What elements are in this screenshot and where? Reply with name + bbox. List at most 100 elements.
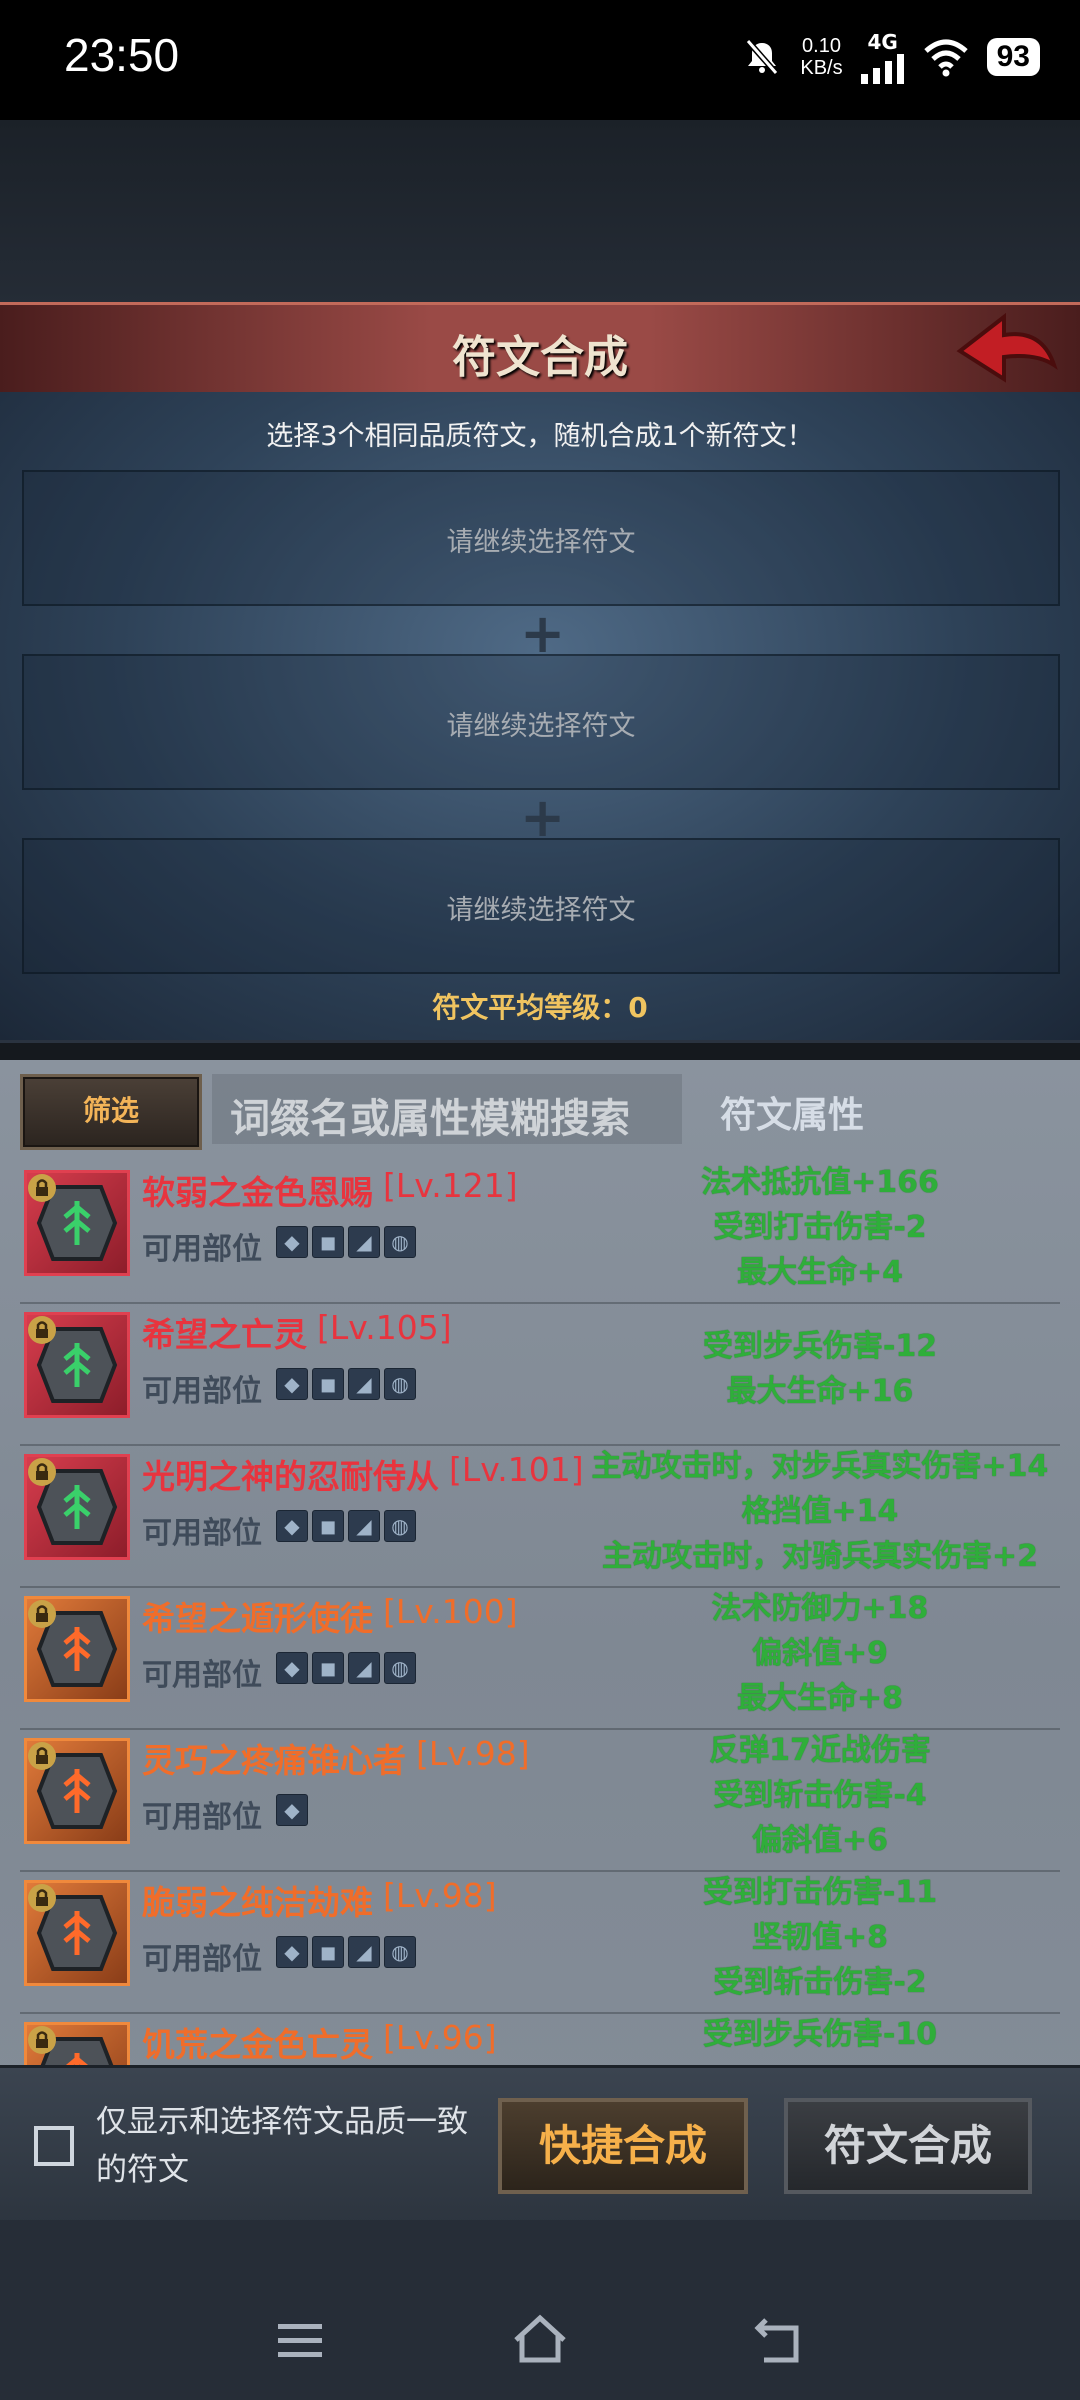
lock-icon: [28, 1316, 56, 1344]
rune-list[interactable]: 软弱之金色恩赐 [Lv.121] 可用部位 ◆ ◼ ◢ ◍ 法术抵抗值+166 受到打击伤害-2…: [20, 1160, 1060, 2120]
slot-placeholder: 请继续选择符文: [446, 527, 636, 558]
rune-slot-1[interactable]: 请继续选择符文: [22, 470, 1060, 606]
rune-icon: [24, 1596, 130, 1702]
rune-name: 希望之遁形使徒: [142, 1599, 373, 1638]
attribute-line: 最大生命+16: [726, 1374, 914, 1409]
equipment-slot-icon: ◆: [276, 1510, 308, 1542]
attribute-line: 法术防御力+18: [711, 1591, 929, 1626]
attribute-line: 主动攻击时，对步兵真实伤害+14: [591, 1449, 1049, 1484]
rune-name: 饥荒之金色亡灵: [142, 2025, 373, 2064]
rune-row[interactable]: 希望之遁形使徒 [Lv.100] 可用部位 ◆ ◼ ◢ ◍ 法术防御力+18 偏斜值+9 最大生命…: [20, 1586, 1060, 1730]
slot-placeholder: 请继续选择符文: [446, 895, 636, 926]
rune-row[interactable]: 脆弱之纯洁劫难 [Lv.98] 可用部位 ◆ ◼ ◢ ◍ 受到打击伤害-11 坚韧值+8 受到斩击…: [20, 1870, 1060, 2014]
top-band: [0, 120, 1080, 305]
lock-icon: [28, 1884, 56, 1912]
rune-level: [Lv.100]: [383, 1592, 518, 1631]
rune-level: [Lv.96]: [383, 2018, 497, 2057]
attribute-line: 主动攻击时，对骑兵真实伤害+2: [601, 1539, 1038, 1574]
slot-icons: ◆◼◢◍: [276, 1936, 416, 1968]
wifi-icon: [923, 39, 968, 77]
attribute-header: 符文属性: [720, 1095, 865, 1136]
rune-slot-3[interactable]: 请继续选择符文: [22, 838, 1060, 974]
menu-icon[interactable]: [270, 2310, 330, 2370]
lock-icon: [28, 1600, 56, 1628]
rune-name: 希望之亡灵: [142, 1315, 307, 1354]
home-icon[interactable]: [510, 2310, 570, 2370]
network-speed: 0.10 KB/s: [800, 35, 843, 79]
equipment-slot-icon: ◍: [384, 1936, 416, 1968]
action-bar: 仅显示和选择符文品质一致的符文 快捷合成 符文合成: [0, 2065, 1080, 2223]
equipment-slot-icon: ◆: [276, 1794, 308, 1826]
search-placeholder: 词缀名或属性模糊搜索: [230, 1096, 630, 1142]
rune-attributes: 受到步兵伤害-12 最大生命+16: [560, 1324, 1060, 1414]
available-slots-label: 可用部位: [142, 1942, 262, 1977]
rune-attributes: 反弹17近战伤害 受到斩击伤害-4 偏斜值+6: [560, 1728, 1060, 1863]
quality-filter-checkbox[interactable]: [34, 2126, 74, 2166]
slot-icons: ◆◼◢◍: [276, 1510, 416, 1542]
quick-synthesis-button[interactable]: 快捷合成: [498, 2098, 748, 2194]
equipment-slot-icon: ◍: [384, 1226, 416, 1258]
synthesis-area: 选择3个相同品质符文，随机合成1个新符文！ 请继续选择符文 + 请继续选择符文 …: [0, 392, 1080, 1040]
equipment-slot-icon: ◆: [276, 1936, 308, 1968]
rune-level: [Lv.105]: [317, 1308, 452, 1347]
lock-icon: [28, 1458, 56, 1486]
rune-row[interactable]: 软弱之金色恩赐 [Lv.121] 可用部位 ◆ ◼ ◢ ◍ 法术抵抗值+166 受到打击伤害-2…: [20, 1160, 1060, 1304]
rune-name: 脆弱之纯洁劫难: [142, 1883, 373, 1922]
rune-icon: [24, 1454, 130, 1560]
attribute-line: 受到打击伤害-11: [702, 1875, 938, 1910]
equipment-slot-icon: ◼: [312, 1368, 344, 1400]
status-bar: 23:50 0.10 KB/s 4G 93: [0, 0, 1080, 120]
rune-name: 软弱之金色恩赐: [142, 1173, 373, 1212]
lock-icon: [28, 2026, 56, 2054]
attribute-line: 坚韧值+8: [751, 1920, 888, 1955]
rune-icon: [24, 1312, 130, 1418]
attribute-line: 受到步兵伤害-12: [702, 1329, 938, 1364]
slot-icons: ◆: [276, 1794, 308, 1826]
rune-level: [Lv.98]: [383, 1876, 497, 1915]
rune-row[interactable]: 希望之亡灵 [Lv.105] 可用部位 ◆ ◼ ◢ ◍ 受到步兵伤害-12 最大生命+16: [20, 1302, 1060, 1446]
attribute-line: 偏斜值+6: [751, 1823, 888, 1858]
equipment-slot-icon: ◍: [384, 1510, 416, 1542]
attribute-line: 受到斩击伤害-2: [713, 1965, 927, 2000]
rune-list-panel: 筛选 词缀名或属性模糊搜索 符文属性 软弱之金色恩赐 [Lv.121] 可用部位 ◆ ◼…: [0, 1060, 1080, 2222]
rune-level: [Lv.121]: [383, 1166, 518, 1205]
battery-icon: 93: [986, 38, 1040, 76]
back-arrow-icon[interactable]: [952, 309, 1062, 395]
lock-icon: [28, 1742, 56, 1770]
rune-synthesis-button[interactable]: 符文合成: [784, 2098, 1032, 2194]
rune-icon: [24, 1738, 130, 1844]
rune-attributes: 法术抵抗值+166 受到打击伤害-2 最大生命+4: [560, 1160, 1060, 1295]
average-level: 符文平均等级：0: [432, 991, 648, 1024]
slot-icons: ◆◼◢◍: [276, 1652, 416, 1684]
attribute-line: 受到打击伤害-2: [713, 1210, 927, 1245]
rune-attributes: 受到步兵伤害-10: [560, 2012, 1060, 2057]
attribute-line: 最大生命+8: [736, 1681, 903, 1716]
slot-icons: ◆◼◢◍: [276, 1368, 416, 1400]
rune-row[interactable]: 光明之神的忍耐侍从 [Lv.101] 可用部位 ◆ ◼ ◢ ◍ 主动攻击时，对步兵真实伤害+1…: [20, 1444, 1060, 1588]
rune-attributes: 受到打击伤害-11 坚韧值+8 受到斩击伤害-2: [560, 1870, 1060, 2005]
plus-icon: +: [520, 786, 566, 849]
attribute-line: 反弹17近战伤害: [709, 1733, 931, 1768]
filter-button[interactable]: 筛选: [20, 1074, 202, 1150]
lock-icon: [28, 1174, 56, 1202]
equipment-slot-icon: ◆: [276, 1226, 308, 1258]
equipment-slot-icon: ◼: [312, 1652, 344, 1684]
attribute-line: 偏斜值+9: [751, 1636, 888, 1671]
rune-slot-2[interactable]: 请继续选择符文: [22, 654, 1060, 790]
equipment-slot-icon: ◢: [348, 1510, 380, 1542]
available-slots-label: 可用部位: [142, 1800, 262, 1835]
equipment-slot-icon: ◢: [348, 1936, 380, 1968]
equipment-slot-icon: ◼: [312, 1936, 344, 1968]
attribute-line: 最大生命+4: [736, 1255, 903, 1290]
synthesis-instruction: 选择3个相同品质符文，随机合成1个新符文！: [266, 421, 814, 452]
attribute-line: 受到斩击伤害-4: [713, 1778, 927, 1813]
slot-icons: ◆◼◢◍: [276, 1226, 416, 1258]
attribute-line: 法术抵抗值+166: [701, 1165, 939, 1200]
search-input[interactable]: 词缀名或属性模糊搜索: [212, 1074, 682, 1144]
back-icon[interactable]: [750, 2310, 810, 2370]
equipment-slot-icon: ◢: [348, 1226, 380, 1258]
rune-icon: [24, 1880, 130, 1986]
rune-row[interactable]: 灵巧之疼痛锥心者 [Lv.98] 可用部位 ◆ 反弹17近战伤害 受到斩击伤害-4 偏斜值+…: [20, 1728, 1060, 1872]
status-time: 23:50: [64, 29, 180, 81]
equipment-slot-icon: ◍: [384, 1652, 416, 1684]
